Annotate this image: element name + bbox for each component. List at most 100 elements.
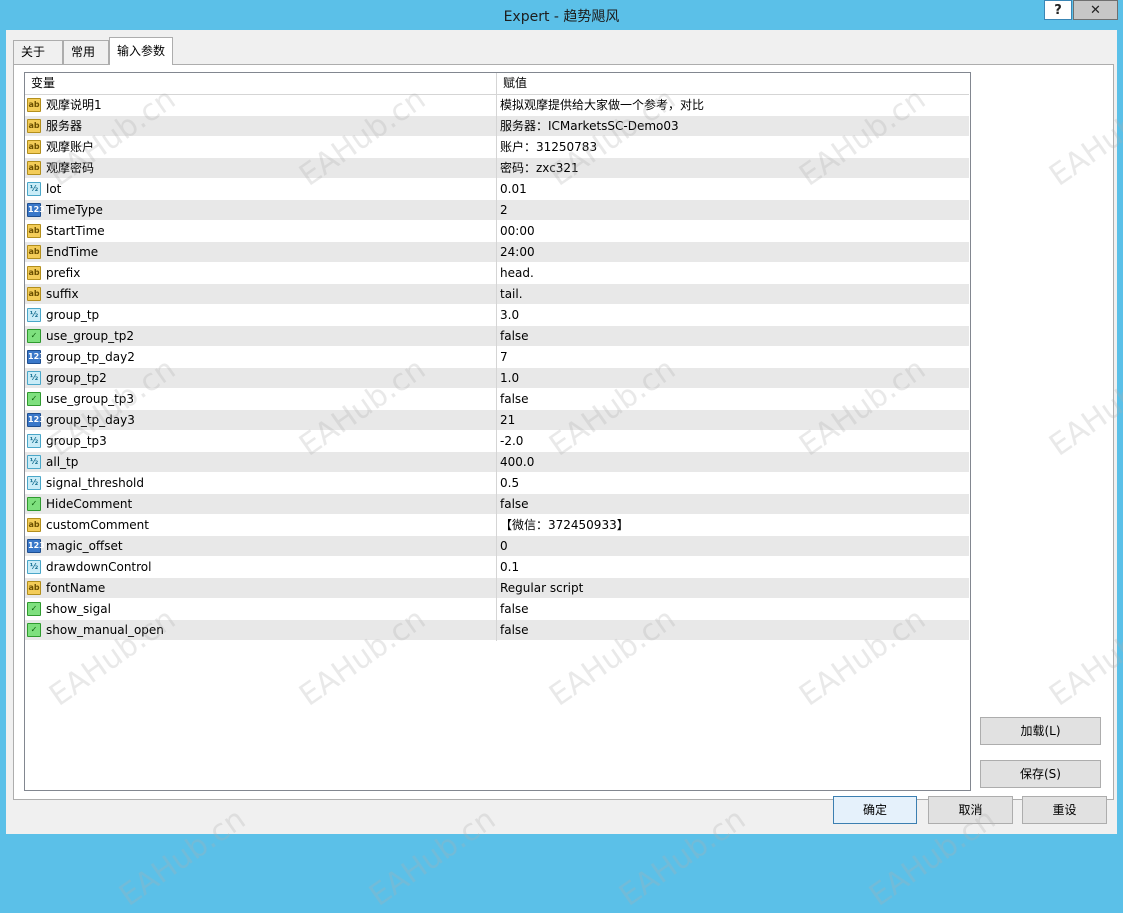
parameter-name: group_tp bbox=[46, 308, 100, 322]
parameter-value[interactable]: -2.0 bbox=[500, 431, 523, 451]
parameter-value[interactable]: 21 bbox=[500, 410, 515, 430]
table-row[interactable]: ½ group_tp 3.0 bbox=[25, 305, 969, 326]
table-row[interactable]: ½ drawdownControl 0.1 bbox=[25, 557, 969, 578]
tab-inputs[interactable]: 输入参数 bbox=[109, 37, 173, 65]
parameter-value[interactable]: Regular script bbox=[500, 578, 583, 598]
tab-about[interactable]: 关于 bbox=[13, 40, 63, 64]
parameter-value[interactable]: 服务器：ICMarketsSC-Demo03 bbox=[500, 116, 679, 136]
parameter-value[interactable]: 【微信：372450933】 bbox=[500, 515, 629, 535]
table-row[interactable]: ½ group_tp3 -2.0 bbox=[25, 431, 969, 452]
column-header-value[interactable]: 赋值 bbox=[497, 73, 969, 94]
string-type-icon: ab bbox=[27, 224, 41, 238]
table-row[interactable]: ab EndTime 24:00 bbox=[25, 242, 969, 263]
parameter-name: fontName bbox=[46, 581, 106, 595]
table-row[interactable]: ab 观摩账户 账户：31250783 bbox=[25, 137, 969, 158]
save-button[interactable]: 保存(S) bbox=[980, 760, 1101, 788]
table-row[interactable]: ✓ use_group_tp2 false bbox=[25, 326, 969, 347]
double-type-icon: ½ bbox=[27, 476, 41, 490]
table-row[interactable]: ½ all_tp 400.0 bbox=[25, 452, 969, 473]
column-header-variable[interactable]: 变量 bbox=[25, 73, 497, 94]
parameter-value[interactable]: false bbox=[500, 326, 529, 346]
table-row[interactable]: ab suffix tail. bbox=[25, 284, 969, 305]
table-row[interactable]: ½ group_tp2 1.0 bbox=[25, 368, 969, 389]
column-separator bbox=[496, 347, 497, 368]
table-row[interactable]: ab StartTime 00:00 bbox=[25, 221, 969, 242]
parameter-value[interactable]: 1.0 bbox=[500, 368, 519, 388]
parameter-value[interactable]: false bbox=[500, 620, 529, 640]
table-row[interactable]: 123 magic_offset 0 bbox=[25, 536, 969, 557]
table-row[interactable]: ✓ HideComment false bbox=[25, 494, 969, 515]
parameter-name: customComment bbox=[46, 518, 149, 532]
table-row[interactable]: ½ lot 0.01 bbox=[25, 179, 969, 200]
parameter-name: group_tp2 bbox=[46, 371, 107, 385]
parameter-value[interactable]: 3.0 bbox=[500, 305, 519, 325]
parameter-value[interactable]: 账户：31250783 bbox=[500, 137, 597, 157]
parameter-name: signal_threshold bbox=[46, 476, 145, 490]
string-type-icon: ab bbox=[27, 287, 41, 301]
table-row[interactable]: ab 服务器 服务器：ICMarketsSC-Demo03 bbox=[25, 116, 969, 137]
parameter-value[interactable]: 0.1 bbox=[500, 557, 519, 577]
help-button[interactable]: ? bbox=[1044, 0, 1072, 20]
parameter-value[interactable]: false bbox=[500, 494, 529, 514]
integer-type-icon: 123 bbox=[27, 350, 45, 364]
parameter-value[interactable]: 0.5 bbox=[500, 473, 519, 493]
dialog-client: 关于 常用 输入参数 变量 赋值 ab 观摩说明1 模拟观摩提供给大家做一个参考，对… bbox=[6, 30, 1117, 834]
parameter-value[interactable]: false bbox=[500, 389, 529, 409]
table-row[interactable]: ✓ show_manual_open false bbox=[25, 620, 969, 641]
double-type-icon: ½ bbox=[27, 455, 41, 469]
table-row[interactable]: ab prefix head. bbox=[25, 263, 969, 284]
cancel-button[interactable]: 取消 bbox=[928, 796, 1013, 824]
tab-common[interactable]: 常用 bbox=[63, 40, 109, 64]
boolean-type-icon: ✓ bbox=[27, 623, 41, 637]
column-separator bbox=[496, 515, 497, 536]
table-row[interactable]: ab 观摩密码 密码：zxc321 bbox=[25, 158, 969, 179]
column-separator bbox=[496, 431, 497, 452]
table-row[interactable]: ab 观摩说明1 模拟观摩提供给大家做一个参考，对比 bbox=[25, 95, 969, 116]
table-row[interactable]: ✓ use_group_tp3 false bbox=[25, 389, 969, 410]
parameter-value[interactable]: tail. bbox=[500, 284, 523, 304]
parameter-name: lot bbox=[46, 182, 62, 196]
string-type-icon: ab bbox=[27, 518, 41, 532]
parameter-name: all_tp bbox=[46, 455, 79, 469]
column-separator bbox=[496, 452, 497, 473]
close-button[interactable]: ✕ bbox=[1073, 0, 1118, 20]
parameter-name: 观摩密码 bbox=[46, 161, 95, 175]
parameter-value[interactable]: 7 bbox=[500, 347, 508, 367]
parameter-value[interactable]: 400.0 bbox=[500, 452, 534, 472]
table-row[interactable]: 123 TimeType 2 bbox=[25, 200, 969, 221]
column-separator bbox=[496, 578, 497, 599]
column-separator bbox=[496, 263, 497, 284]
parameter-name: prefix bbox=[46, 266, 81, 280]
parameter-name: 服务器 bbox=[46, 119, 83, 133]
parameter-value[interactable]: 0.01 bbox=[500, 179, 527, 199]
table-row[interactable]: 123 group_tp_day3 21 bbox=[25, 410, 969, 431]
parameter-name: drawdownControl bbox=[46, 560, 152, 574]
parameter-name: show_sigal bbox=[46, 602, 111, 616]
parameter-name: EndTime bbox=[46, 245, 99, 259]
column-separator bbox=[496, 137, 497, 158]
string-type-icon: ab bbox=[27, 98, 41, 112]
parameter-name: group_tp_day3 bbox=[46, 413, 135, 427]
parameter-name: 观摩说明1 bbox=[46, 98, 102, 112]
parameter-value[interactable]: false bbox=[500, 599, 529, 619]
string-type-icon: ab bbox=[27, 581, 41, 595]
table-row[interactable]: ½ signal_threshold 0.5 bbox=[25, 473, 969, 494]
column-separator bbox=[496, 620, 497, 641]
parameter-value[interactable]: 密码：zxc321 bbox=[500, 158, 579, 178]
load-button[interactable]: 加载(L) bbox=[980, 717, 1101, 745]
table-row[interactable]: ab fontName Regular script bbox=[25, 578, 969, 599]
parameter-value[interactable]: 2 bbox=[500, 200, 508, 220]
parameter-value[interactable]: 0 bbox=[500, 536, 508, 556]
ok-button[interactable]: 确定 bbox=[833, 796, 917, 824]
parameter-value[interactable]: 00:00 bbox=[500, 221, 535, 241]
reset-button[interactable]: 重设 bbox=[1022, 796, 1107, 824]
table-row[interactable]: ab customComment 【微信：372450933】 bbox=[25, 515, 969, 536]
table-row[interactable]: 123 group_tp_day2 7 bbox=[25, 347, 969, 368]
parameter-value[interactable]: 24:00 bbox=[500, 242, 535, 262]
parameter-value[interactable]: 模拟观摩提供给大家做一个参考，对比 bbox=[500, 95, 704, 115]
column-separator bbox=[496, 368, 497, 389]
column-separator bbox=[496, 536, 497, 557]
table-row[interactable]: ✓ show_sigal false bbox=[25, 599, 969, 620]
parameters-table[interactable]: 变量 赋值 ab 观摩说明1 模拟观摩提供给大家做一个参考，对比 ab 服务器 服务器：I… bbox=[24, 72, 971, 791]
parameter-value[interactable]: head. bbox=[500, 263, 534, 283]
